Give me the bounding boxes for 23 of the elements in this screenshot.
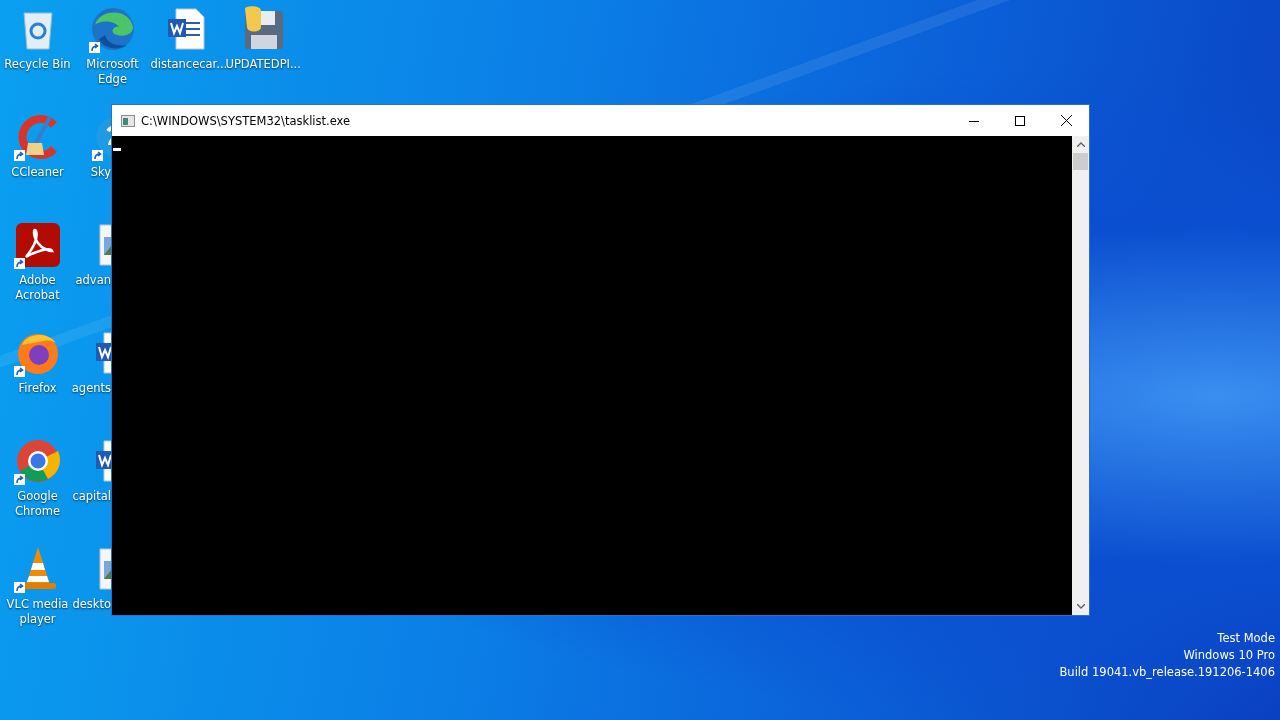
- system-info-text: Windows 10 Pro: [1183, 647, 1275, 664]
- system-info-text: Test Mode: [1217, 630, 1275, 647]
- icon-label[interactable]: deskto: [72, 597, 111, 612]
- maximize-icon: [1015, 115, 1025, 126]
- icon-label[interactable]: CCleaner: [0, 165, 75, 180]
- icon-label[interactable]: Recycle Bin: [0, 57, 75, 72]
- browser-icon[interactable]: [88, 5, 137, 53]
- icon-label[interactable]: Sky: [90, 165, 111, 180]
- icon-label[interactable]: distancecar...: [150, 57, 225, 72]
- scrollbar-thumb[interactable]: [1073, 153, 1088, 170]
- scrollbar[interactable]: [1072, 136, 1089, 615]
- system-info-text: Build 19041.vb_release.191206-1406: [1059, 664, 1275, 681]
- icon-label[interactable]: advan: [75, 273, 111, 288]
- chrome-icon[interactable]: [13, 437, 62, 485]
- icon-label[interactable]: agents: [71, 381, 111, 396]
- icon-label[interactable]: Adobe Acrobat: [0, 273, 75, 303]
- pdf-icon[interactable]: [13, 221, 62, 269]
- close-icon: [1060, 115, 1072, 126]
- icon-label[interactable]: Microsoft Edge: [75, 57, 150, 87]
- icon-label[interactable]: UPDATEDPI...: [225, 57, 300, 72]
- console-app-icon: [121, 114, 135, 127]
- icon-label[interactable]: capital: [72, 489, 111, 504]
- window-title: C:\WINDOWS\SYSTEM32\tasklist.exe: [141, 113, 352, 128]
